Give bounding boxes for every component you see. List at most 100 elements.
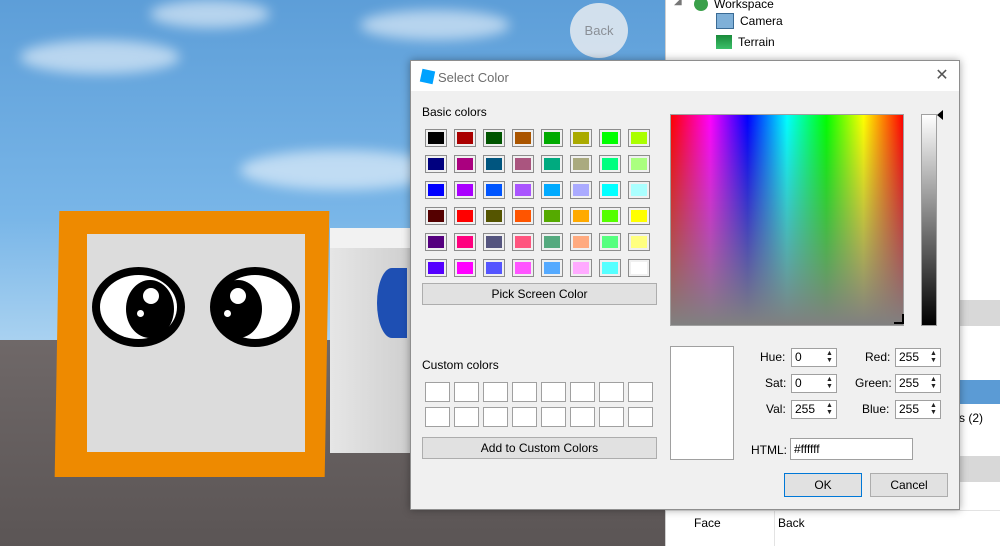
basic-color-swatch[interactable] xyxy=(512,207,534,225)
basic-color-swatch[interactable] xyxy=(541,181,563,199)
basic-color-swatch[interactable] xyxy=(570,207,592,225)
color-spectrum[interactable] xyxy=(670,114,904,326)
custom-color-slot[interactable] xyxy=(483,407,508,427)
tree-item-terrain[interactable]: Terrain xyxy=(716,32,775,52)
custom-color-slot[interactable] xyxy=(512,382,537,402)
custom-color-slot[interactable] xyxy=(541,407,566,427)
basic-color-swatch[interactable] xyxy=(454,207,476,225)
basic-color-swatch[interactable] xyxy=(628,207,650,225)
cancel-button[interactable]: Cancel xyxy=(870,473,948,497)
basic-color-swatch[interactable] xyxy=(541,233,563,251)
spin-arrows-icon[interactable]: ▲ ▼ xyxy=(929,402,938,416)
custom-color-slot[interactable] xyxy=(425,407,450,427)
basic-color-swatch[interactable] xyxy=(599,207,621,225)
basic-color-swatch[interactable] xyxy=(483,207,505,225)
basic-color-swatch[interactable] xyxy=(425,129,447,147)
custom-color-slot[interactable] xyxy=(628,407,653,427)
basic-color-swatch[interactable] xyxy=(599,155,621,173)
basic-color-swatch[interactable] xyxy=(541,129,563,147)
basic-color-swatch[interactable] xyxy=(628,233,650,251)
basic-color-swatch[interactable] xyxy=(512,181,534,199)
basic-color-swatch[interactable] xyxy=(454,233,476,251)
spin-arrows-icon[interactable]: ▲ ▼ xyxy=(825,402,834,416)
red-input[interactable]: 255 ▲ ▼ xyxy=(895,348,941,367)
custom-color-slot[interactable] xyxy=(541,382,566,402)
tree-item-camera[interactable]: Camera xyxy=(716,11,783,31)
swatch-fill xyxy=(515,210,531,222)
basic-color-swatch[interactable] xyxy=(541,155,563,173)
basic-color-swatch[interactable] xyxy=(512,129,534,147)
custom-color-slot[interactable] xyxy=(599,382,624,402)
spectrum-crosshair-icon[interactable] xyxy=(894,314,904,324)
hue-input[interactable]: 0 ▲ ▼ xyxy=(791,348,837,367)
custom-color-slot[interactable] xyxy=(454,407,479,427)
slider-arrow-icon[interactable] xyxy=(937,110,943,120)
basic-color-swatch[interactable] xyxy=(425,181,447,199)
spin-arrows-icon[interactable]: ▲ ▼ xyxy=(929,376,938,390)
custom-color-slot[interactable] xyxy=(454,382,479,402)
basic-color-swatch[interactable] xyxy=(541,259,563,277)
blue-input[interactable]: 255 ▲ ▼ xyxy=(895,400,941,419)
basic-color-swatch[interactable] xyxy=(454,259,476,277)
custom-color-slot[interactable] xyxy=(483,382,508,402)
custom-color-slot[interactable] xyxy=(570,407,595,427)
spin-arrows-icon[interactable]: ▲ ▼ xyxy=(825,350,834,364)
val-input[interactable]: 255 ▲ ▼ xyxy=(791,400,837,419)
swatch-fill xyxy=(602,132,618,144)
custom-color-slot[interactable] xyxy=(570,382,595,402)
basic-color-swatch[interactable] xyxy=(425,155,447,173)
sat-input[interactable]: 0 ▲ ▼ xyxy=(791,374,837,393)
basic-color-swatch[interactable] xyxy=(454,129,476,147)
basic-color-swatch[interactable] xyxy=(570,155,592,173)
collapse-arrow-icon[interactable]: ◢ xyxy=(674,0,682,7)
basic-color-swatch[interactable] xyxy=(454,155,476,173)
basic-color-swatch[interactable] xyxy=(483,181,505,199)
basic-color-swatch[interactable] xyxy=(425,259,447,277)
basic-color-swatch[interactable] xyxy=(628,155,650,173)
spin-arrows-icon[interactable]: ▲ ▼ xyxy=(825,376,834,390)
basic-color-swatch[interactable] xyxy=(628,129,650,147)
ok-button[interactable]: OK xyxy=(784,473,862,497)
basic-color-swatch[interactable] xyxy=(425,207,447,225)
custom-color-slot[interactable] xyxy=(512,407,537,427)
basic-color-swatch[interactable] xyxy=(512,155,534,173)
pick-screen-color-button[interactable]: Pick Screen Color xyxy=(422,283,657,305)
title-bar[interactable]: Select Color ✕ xyxy=(411,61,959,91)
basic-color-swatch[interactable] xyxy=(599,181,621,199)
custom-color-slot[interactable] xyxy=(599,407,624,427)
basic-color-swatch[interactable] xyxy=(483,155,505,173)
swatch-fill xyxy=(428,132,444,144)
side-block[interactable] xyxy=(330,228,410,453)
basic-color-swatch[interactable] xyxy=(599,233,621,251)
back-button[interactable]: Back xyxy=(570,3,628,58)
property-value[interactable]: Back xyxy=(778,516,805,530)
selected-row[interactable] xyxy=(956,380,1000,404)
divider xyxy=(774,510,775,546)
basic-color-swatch[interactable] xyxy=(570,181,592,199)
custom-color-slot[interactable] xyxy=(628,382,653,402)
basic-color-swatch[interactable] xyxy=(570,259,592,277)
basic-color-swatch[interactable] xyxy=(512,259,534,277)
basic-color-swatch[interactable] xyxy=(425,233,447,251)
luminance-slider[interactable] xyxy=(921,114,937,326)
html-input[interactable]: #ffffff xyxy=(790,438,913,460)
spin-arrows-icon[interactable]: ▲ ▼ xyxy=(929,350,938,364)
basic-color-swatch[interactable] xyxy=(541,207,563,225)
basic-colors-label: Basic colors xyxy=(422,105,487,119)
basic-color-swatch[interactable] xyxy=(599,259,621,277)
basic-color-swatch[interactable] xyxy=(599,129,621,147)
add-to-custom-colors-button[interactable]: Add to Custom Colors xyxy=(422,437,657,459)
basic-color-swatch[interactable] xyxy=(512,233,534,251)
green-input[interactable]: 255 ▲ ▼ xyxy=(895,374,941,393)
swatch-fill xyxy=(486,132,502,144)
custom-color-slot[interactable] xyxy=(425,382,450,402)
basic-color-swatch[interactable] xyxy=(483,259,505,277)
basic-color-swatch[interactable] xyxy=(628,259,650,277)
basic-color-swatch[interactable] xyxy=(628,181,650,199)
basic-color-swatch[interactable] xyxy=(483,129,505,147)
basic-color-swatch[interactable] xyxy=(570,233,592,251)
basic-color-swatch[interactable] xyxy=(570,129,592,147)
basic-color-swatch[interactable] xyxy=(454,181,476,199)
close-icon[interactable]: ✕ xyxy=(931,65,953,87)
basic-color-swatch[interactable] xyxy=(483,233,505,251)
